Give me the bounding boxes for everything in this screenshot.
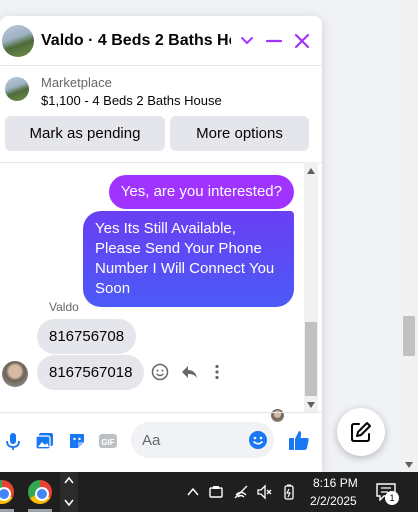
sent-message[interactable]: Yes Its Still Available, Please Send You…: [83, 211, 294, 307]
taskbar-scroll-arrows[interactable]: [60, 472, 78, 512]
contact-avatar[interactable]: [2, 25, 34, 57]
chevron-up-icon[interactable]: [64, 476, 74, 484]
device-icon[interactable]: [208, 484, 224, 500]
chevron-down-icon[interactable]: [240, 33, 254, 47]
chevron-down-icon[interactable]: [64, 499, 74, 507]
thumbs-up-icon[interactable]: [288, 429, 310, 451]
page-background: [322, 0, 400, 472]
sent-message[interactable]: Yes, are you interested?: [108, 175, 294, 209]
new-message-button[interactable]: [337, 408, 385, 456]
mark-as-pending-button[interactable]: Mark as pending: [5, 116, 165, 151]
react-icon[interactable]: [151, 363, 169, 381]
message-input-placeholder: Aa: [142, 432, 161, 449]
photo-icon[interactable]: [35, 431, 55, 451]
chat-scrollbar[interactable]: [304, 162, 318, 412]
sender-name: Valdo: [49, 300, 79, 314]
listing-panel: Marketplace $1,100 - 4 Beds 2 Baths Hous…: [0, 67, 322, 161]
close-icon[interactable]: [294, 33, 310, 49]
emoji-icon[interactable]: [248, 430, 268, 450]
sticker-icon[interactable]: [67, 431, 87, 451]
clock-date[interactable]: 2/2/2025: [310, 494, 357, 508]
chat-scrollbar-thumb[interactable]: [305, 322, 317, 396]
chrome-app-icon[interactable]: [0, 480, 14, 504]
more-icon[interactable]: [208, 363, 226, 381]
listing-source: Marketplace: [41, 75, 112, 90]
page-scroll-down-arrow[interactable]: [405, 462, 413, 468]
chat-scroll-up-arrow[interactable]: [307, 168, 315, 174]
chat-scroll-down-arrow[interactable]: [307, 402, 315, 408]
svg-text:GIF: GIF: [101, 438, 114, 447]
taskbar: 8:16 PM 2/2/2025 1: [0, 472, 418, 512]
received-message[interactable]: 816756708: [37, 319, 137, 354]
minimize-icon[interactable]: [266, 33, 282, 49]
network-icon[interactable]: [233, 484, 249, 500]
message-thread: Yes, are you interested? Yes Its Still A…: [0, 162, 322, 422]
chat-header[interactable]: Valdo · 4 Beds 2 Baths Ho...: [0, 16, 322, 66]
received-message[interactable]: 8167567018: [37, 355, 145, 390]
battery-icon[interactable]: [281, 484, 297, 500]
chat-window: Valdo · 4 Beds 2 Baths Ho... Marketplace…: [0, 16, 322, 472]
show-hidden-icons-icon[interactable]: [185, 484, 201, 500]
microphone-icon[interactable]: [3, 431, 23, 451]
clock-time[interactable]: 8:16 PM: [313, 476, 358, 490]
notification-badge: 1: [385, 491, 399, 505]
chrome-profile-app-icon[interactable]: [28, 480, 52, 504]
listing-title[interactable]: $1,100 - 4 Beds 2 Baths House: [41, 93, 222, 108]
message-input[interactable]: Aa: [131, 422, 274, 458]
page-scrollbar[interactable]: [400, 0, 418, 472]
gif-icon[interactable]: GIF: [98, 431, 118, 451]
volume-muted-icon[interactable]: [256, 484, 272, 500]
reply-icon[interactable]: [180, 363, 198, 381]
more-options-button[interactable]: More options: [170, 116, 309, 151]
listing-thumbnail[interactable]: [5, 77, 29, 101]
page-scrollbar-thumb[interactable]: [403, 316, 415, 356]
composer-bar: GIF Aa: [0, 412, 322, 472]
chat-title[interactable]: Valdo · 4 Beds 2 Baths Ho...: [41, 32, 231, 50]
compose-icon: [351, 422, 371, 442]
sender-avatar[interactable]: [2, 361, 28, 387]
